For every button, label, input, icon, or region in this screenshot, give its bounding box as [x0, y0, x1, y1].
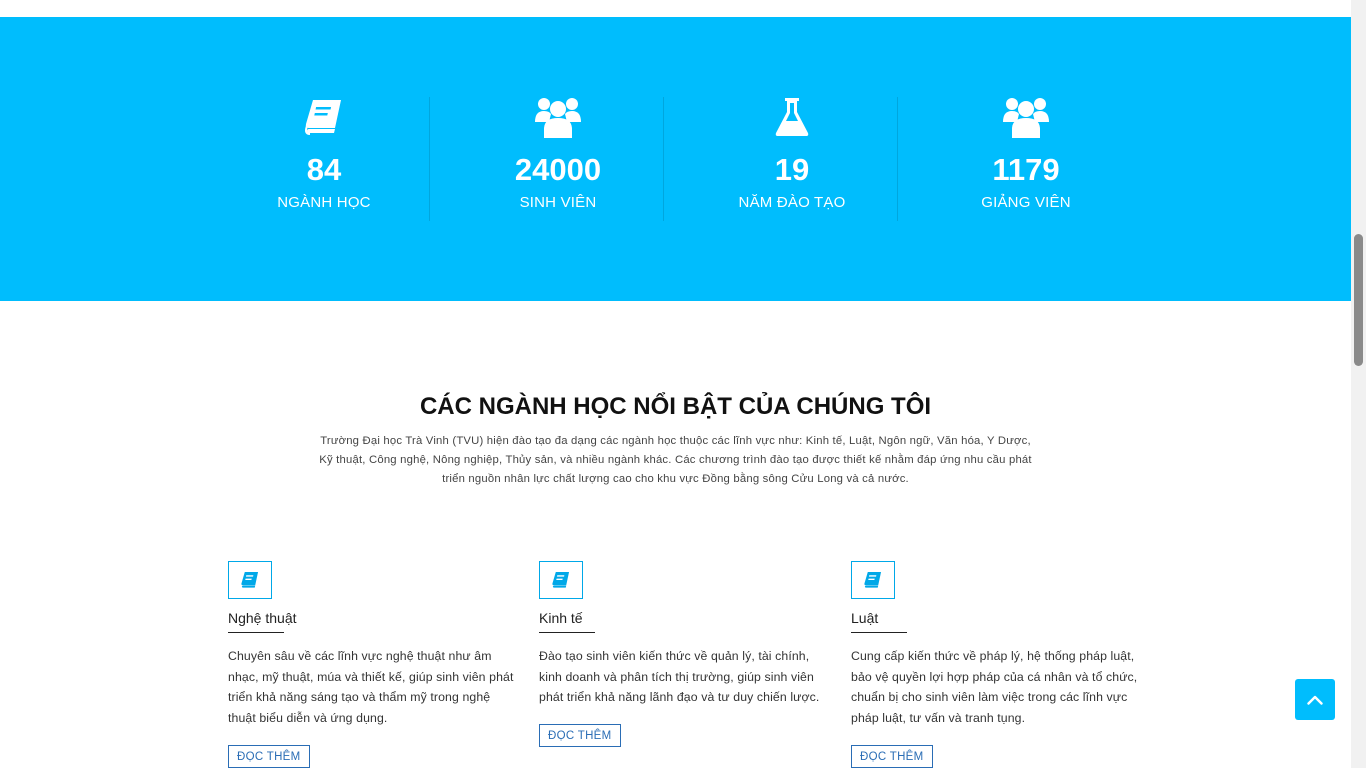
title-underline: [228, 632, 284, 633]
book-icon: [229, 95, 419, 139]
stat-label: GIẢNG VIÊN: [981, 194, 1071, 211]
chevron-up-icon: [1307, 695, 1323, 705]
stat-label: NĂM ĐÀO TẠO: [738, 194, 846, 211]
major-card-economics: Kinh tế Đào tạo sinh viên kiến thức về q…: [539, 561, 831, 748]
read-more-button[interactable]: ĐỌC THÊM: [228, 744, 310, 768]
card-title: Kinh tế: [539, 610, 583, 626]
flask-icon: [697, 95, 887, 139]
stat-label: SINH VIÊN: [519, 194, 597, 211]
page: 84 NGÀNH HỌC 24000 SINH VIÊN 19 NĂM ĐÀO …: [0, 0, 1366, 768]
stats-band: 84 NGÀNH HỌC 24000 SINH VIÊN 19 NĂM ĐÀO …: [0, 17, 1351, 301]
stat-majors: 84 NGÀNH HỌC: [229, 95, 419, 211]
major-card-law: Luật Cung cấp kiến thức về pháp lý, hệ t…: [851, 561, 1143, 768]
book-icon: [851, 561, 895, 599]
stat-years: 19 NĂM ĐÀO TẠO: [697, 95, 887, 211]
stat-divider: [663, 97, 664, 221]
card-title: Luật: [851, 610, 879, 626]
stat-value: 1179: [992, 152, 1060, 187]
card-title: Nghệ thuật: [228, 610, 297, 626]
scrollbar-thumb[interactable]: [1354, 234, 1363, 366]
book-icon: [228, 561, 272, 599]
back-to-top-button[interactable]: [1295, 679, 1335, 720]
stat-divider: [897, 97, 898, 221]
read-more-button[interactable]: ĐỌC THÊM: [539, 724, 621, 748]
stat-value: 19: [774, 152, 810, 187]
section-title: CÁC NGÀNH HỌC NỔI BẬT CỦA CHÚNG TÔI: [419, 393, 932, 420]
card-text: Chuyên sâu về các lĩnh vực nghệ thuật nh…: [228, 649, 514, 726]
stat-students: 24000 SINH VIÊN: [463, 95, 653, 211]
read-more-button[interactable]: ĐỌC THÊM: [851, 744, 933, 768]
card-text: Đào tạo sinh viên kiến thức về quản lý, …: [539, 649, 820, 705]
users-icon: [463, 95, 653, 139]
scrollbar[interactable]: [1351, 0, 1366, 768]
card-text: Cung cấp kiến thức về pháp lý, hệ thống …: [851, 649, 1138, 726]
title-underline: [539, 632, 595, 633]
stat-divider: [429, 97, 430, 221]
stat-label: NGÀNH HỌC: [277, 194, 371, 211]
title-underline: [851, 632, 907, 633]
section-description: Trường Đại học Trà Vinh (TVU) hiện đào t…: [319, 435, 1032, 485]
major-card-art: Nghệ thuật Chuyên sâu về các lĩnh vực ng…: [228, 561, 520, 768]
book-icon: [539, 561, 583, 599]
users-icon: [931, 95, 1121, 139]
stat-value: 24000: [514, 152, 602, 187]
stat-lecturers: 1179 GIẢNG VIÊN: [931, 95, 1121, 211]
stat-value: 84: [306, 152, 342, 187]
